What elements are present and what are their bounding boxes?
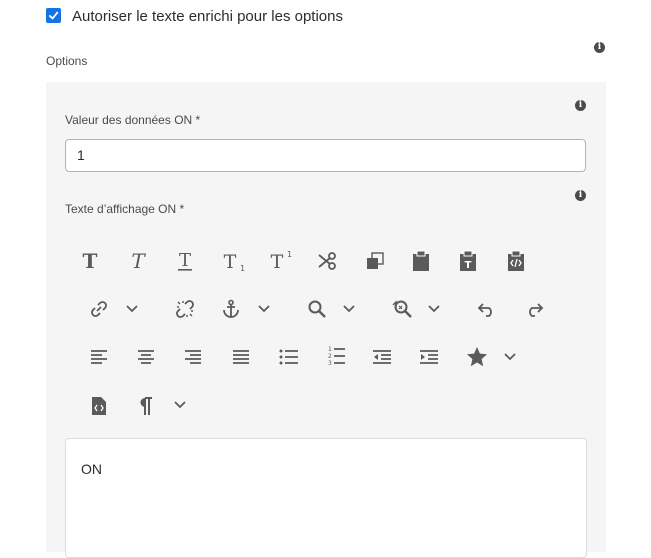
paragraph-icon[interactable] [135, 394, 155, 418]
svg-text:T: T [224, 251, 237, 272]
options-info-icon[interactable]: i [594, 42, 605, 53]
copy-icon[interactable] [364, 250, 386, 272]
anchor-dropdown-chevron-icon[interactable] [256, 300, 272, 318]
align-right-icon[interactable] [182, 346, 204, 368]
outdent-icon[interactable] [371, 346, 393, 368]
svg-text:2: 2 [328, 353, 332, 360]
align-center-icon[interactable] [135, 346, 157, 368]
undo-icon[interactable] [476, 298, 498, 320]
link-dropdown-chevron-icon[interactable] [124, 300, 140, 318]
options-section-label: Options [46, 54, 88, 68]
cut-icon[interactable] [316, 250, 338, 272]
svg-text:T: T [465, 260, 472, 271]
svg-text:T: T [83, 250, 98, 272]
redo-icon[interactable] [523, 298, 545, 320]
on-value-info-icon[interactable]: i [575, 100, 586, 111]
star-icon[interactable] [465, 345, 489, 369]
source-edit-icon[interactable] [89, 394, 109, 418]
star-dropdown-chevron-icon[interactable] [502, 348, 518, 366]
svg-text:T: T [271, 251, 284, 272]
paste-html-icon[interactable] [506, 249, 526, 273]
link-icon[interactable] [88, 298, 110, 320]
checkmark-icon [48, 11, 59, 20]
justify-icon[interactable] [230, 346, 252, 368]
bulleted-list-icon[interactable] [278, 346, 300, 368]
align-left-icon[interactable] [88, 346, 110, 368]
svg-text:1: 1 [328, 346, 332, 353]
bold-icon[interactable]: T [78, 249, 102, 273]
display-text-info-icon[interactable]: i [575, 190, 586, 201]
svg-text:3: 3 [328, 360, 332, 367]
anchor-icon[interactable] [220, 298, 242, 320]
superscript-icon[interactable]: T1 [268, 249, 294, 273]
numbered-list-icon[interactable]: 123 [325, 344, 347, 368]
indent-icon[interactable] [418, 346, 440, 368]
rich-text-checkbox[interactable] [46, 8, 61, 23]
paste-text-icon[interactable]: T [458, 249, 478, 273]
unlink-icon[interactable] [174, 298, 196, 320]
display-text-label: Texte d’affichage ON * [65, 202, 185, 216]
display-text-editor[interactable]: ON [65, 438, 587, 558]
underline-icon[interactable]: T [173, 249, 197, 273]
on-value-input[interactable]: 1 [65, 139, 586, 172]
svg-text:1: 1 [240, 264, 245, 272]
rich-text-checkbox-label[interactable]: Autoriser le texte enrichi pour les opti… [72, 8, 343, 26]
paste-icon[interactable] [411, 249, 431, 273]
svg-text:1: 1 [287, 250, 292, 259]
on-value-label: Valeur des données ON * [65, 113, 201, 127]
find-dropdown-chevron-icon[interactable] [341, 300, 357, 318]
find-icon[interactable] [306, 298, 328, 320]
italic-icon[interactable]: T [126, 249, 150, 273]
find-replace-dropdown-chevron-icon[interactable] [426, 300, 442, 318]
paragraph-dropdown-chevron-icon[interactable] [172, 396, 188, 414]
find-replace-icon[interactable] [390, 298, 414, 320]
subscript-icon[interactable]: T1 [221, 249, 247, 273]
svg-text:T: T [179, 250, 191, 271]
editor-content: ON [81, 461, 102, 477]
svg-text:T: T [131, 250, 146, 272]
